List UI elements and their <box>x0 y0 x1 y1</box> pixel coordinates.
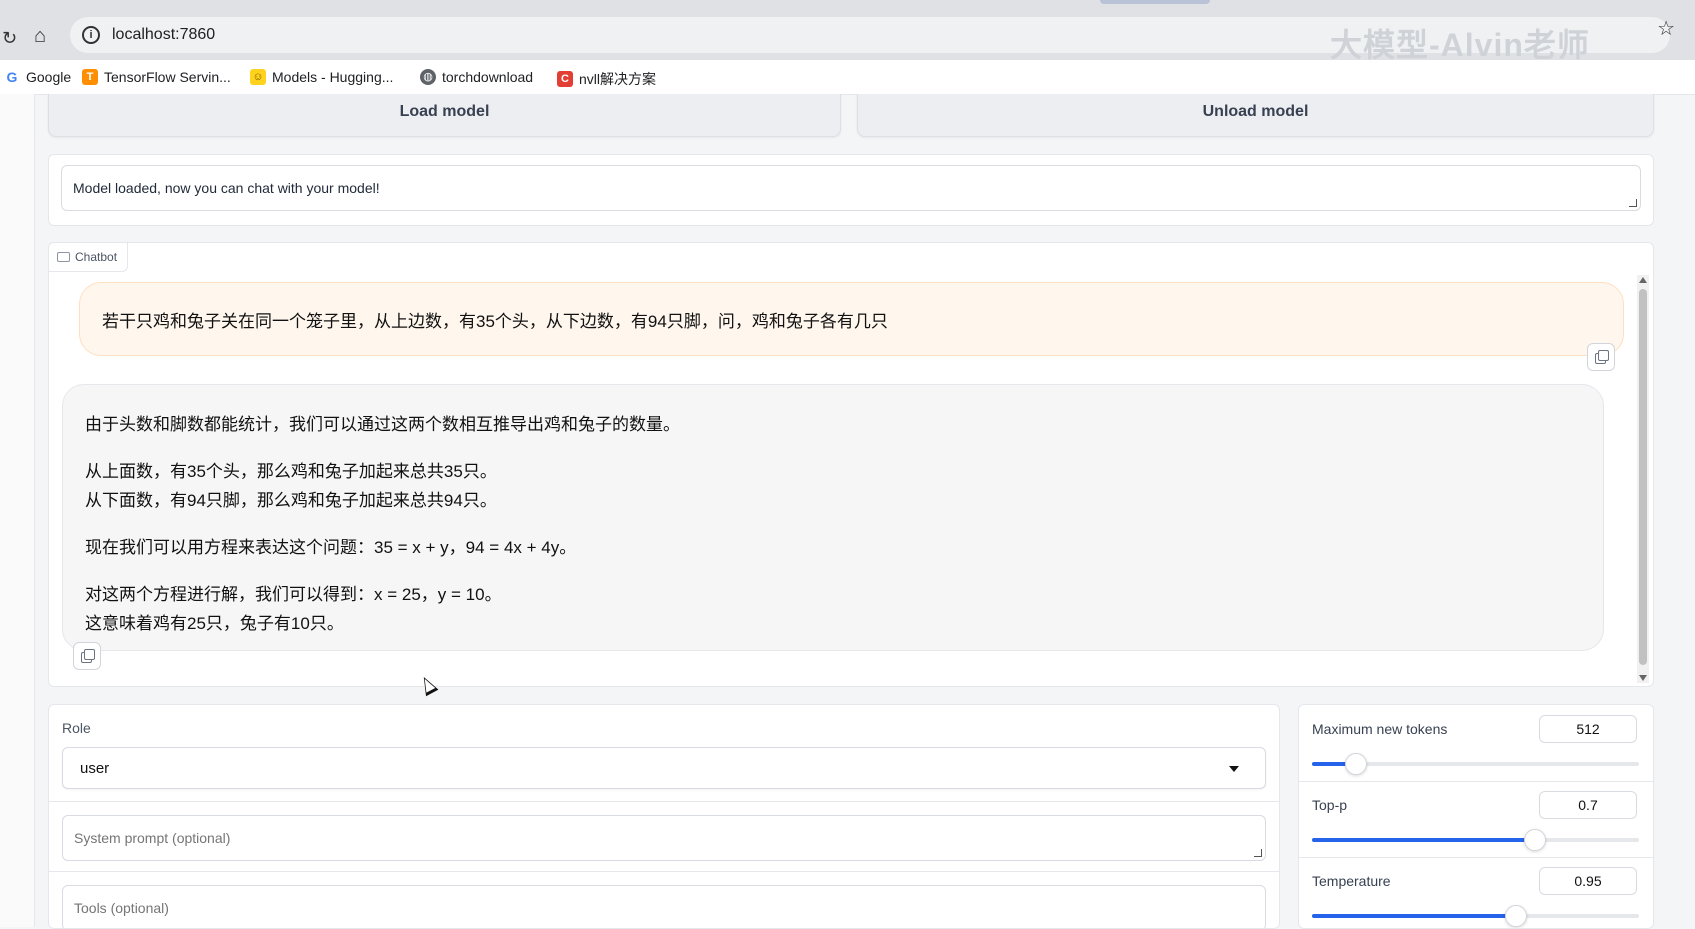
input-panel: Role user <box>48 704 1280 929</box>
bookmark-label: TensorFlow Servin... <box>104 69 231 85</box>
scroll-thumb[interactable] <box>1639 289 1647 665</box>
bookmark-tensorflow[interactable]: T TensorFlow Servin... <box>82 69 231 85</box>
bookmark-huggingface[interactable]: ☺ Models - Hugging... <box>250 69 393 85</box>
globe-icon: ◍ <box>420 69 436 85</box>
status-textbox[interactable]: Model loaded, now you can chat with your… <box>61 165 1641 211</box>
load-model-button[interactable]: Load model <box>48 94 841 137</box>
bot-line: 现在我们可以用方程来表达这个问题：35 = x + y，94 = 4x + 4y… <box>85 538 577 557</box>
scroll-up-icon[interactable] <box>1639 277 1647 283</box>
max-tokens-label: Maximum new tokens <box>1312 721 1448 737</box>
site-info-icon[interactable]: i <box>82 26 100 44</box>
bookmark-label: nvll解决方案 <box>579 71 657 87</box>
bot-line: 对这两个方程进行解，我们可以得到：x = 25，y = 10。 <box>85 585 502 604</box>
role-value: user <box>80 760 110 777</box>
page-gutter <box>0 94 35 927</box>
bookmark-label: Google <box>26 69 72 85</box>
bot-line: 从上面数，有35个头，那么鸡和兔子加起来总共35只。 <box>85 462 497 481</box>
chat-scrollbar[interactable] <box>1637 275 1649 683</box>
scroll-down-icon[interactable] <box>1639 675 1647 681</box>
unload-model-button[interactable]: Unload model <box>857 94 1654 137</box>
chevron-down-icon[interactable] <box>1229 766 1239 772</box>
url-text[interactable]: localhost:7860 <box>112 26 215 44</box>
max-tokens-control: Maximum new tokens 512 <box>1299 705 1653 782</box>
top-p-slider[interactable] <box>1312 829 1639 851</box>
tensorflow-icon: T <box>82 69 98 85</box>
resize-handle-icon[interactable] <box>1629 199 1637 207</box>
temperature-control: Temperature 0.95 <box>1299 857 1653 928</box>
role-dropdown[interactable]: user <box>62 747 1266 789</box>
slider-thumb[interactable] <box>1504 905 1527 927</box>
chat-bubble-icon <box>57 252 70 262</box>
home-icon[interactable]: ⌂ <box>34 25 46 48</box>
bot-line: 从下面数，有94只脚，那么鸡和兔子加起来总共94只。 <box>85 491 497 510</box>
bookmark-label: Models - Hugging... <box>272 69 394 85</box>
window-title-strip <box>0 0 1695 10</box>
huggingface-icon: ☺ <box>250 69 266 85</box>
top-p-label: Top-p <box>1312 797 1348 813</box>
tools-field[interactable] <box>62 885 1266 928</box>
system-prompt-input[interactable] <box>74 830 1224 846</box>
user-message-bubble: 若干只鸡和兔子关在同一个笼子里，从上边数，有35个头，从下边数，有94只脚，问，… <box>79 282 1624 356</box>
bookmark-label: torchdownload <box>442 69 534 85</box>
divider <box>49 871 1279 872</box>
top-p-control: Top-p 0.7 <box>1299 781 1653 858</box>
slider-fill <box>1312 838 1535 842</box>
slider-thumb[interactable] <box>1524 829 1547 851</box>
copy-user-message-button[interactable] <box>1587 343 1615 371</box>
csdn-icon: C <box>557 71 573 87</box>
resize-handle-icon[interactable] <box>1254 849 1262 857</box>
top-p-input[interactable]: 0.7 <box>1539 791 1637 819</box>
status-message: Model loaded, now you can chat with your… <box>73 180 380 196</box>
browser-toolbar: ↻ ⌂ i localhost:7860 大模型-Alvin老师 ☆ <box>0 10 1695 63</box>
status-panel: Model loaded, now you can chat with your… <box>48 154 1654 226</box>
bot-line: 这意味着鸡有25只，兔子有10只。 <box>85 614 344 633</box>
max-tokens-slider[interactable] <box>1312 753 1639 775</box>
chatbot-label: Chatbot <box>49 243 129 272</box>
active-tab-edge[interactable] <box>1100 0 1210 4</box>
temperature-slider[interactable] <box>1312 905 1639 927</box>
temperature-label: Temperature <box>1312 873 1391 889</box>
bookmarks-bar: G Google T TensorFlow Servin... ☺ Models… <box>0 60 1695 95</box>
bookmark-nvll[interactable]: C nvll解决方案 <box>557 69 656 89</box>
bookmark-torchdownload[interactable]: ◍ torchdownload <box>420 69 533 85</box>
bot-message-bubble: 由于头数和脚数都能统计，我们可以通过这两个数相互推导出鸡和兔子的数量。 从上面数… <box>62 384 1604 651</box>
temperature-input[interactable]: 0.95 <box>1539 867 1637 895</box>
reload-icon[interactable]: ↻ <box>2 28 17 49</box>
role-label: Role <box>62 720 91 736</box>
max-tokens-input[interactable]: 512 <box>1539 715 1637 743</box>
google-icon: G <box>6 69 18 85</box>
bookmark-star-icon[interactable]: ☆ <box>1657 16 1675 41</box>
bookmark-google[interactable]: G Google <box>4 69 72 85</box>
user-message-text: 若干只鸡和兔子关在同一个笼子里，从上边数，有35个头，从下边数，有94只脚，问，… <box>102 312 888 331</box>
chatbot-label-text: Chatbot <box>75 250 118 264</box>
chatbot-panel: Chatbot 若干只鸡和兔子关在同一个笼子里，从上边数，有35个头，从下边数，… <box>48 242 1654 687</box>
slider-thumb[interactable] <box>1344 753 1367 775</box>
divider <box>49 801 1279 802</box>
bot-line: 由于头数和脚数都能统计，我们可以通过这两个数相互推导出鸡和兔子的数量。 <box>85 415 680 434</box>
slider-fill <box>1312 914 1515 918</box>
copy-bot-message-button[interactable] <box>73 642 101 670</box>
parameters-panel: Maximum new tokens 512 Top-p 0.7 Tempera… <box>1298 704 1654 929</box>
system-prompt-field[interactable] <box>62 815 1266 861</box>
tools-input[interactable] <box>74 900 1224 916</box>
